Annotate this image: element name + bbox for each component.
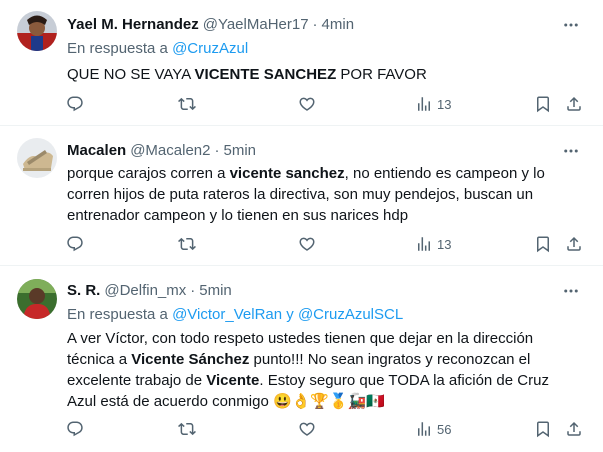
mention-link[interactable]: @Victor_VelRan bbox=[172, 306, 282, 323]
tweet-header: Yael M. Hernandez @YaelMaHer17 · 4min bbox=[67, 16, 354, 33]
mention-link[interactable]: @CruzAzul bbox=[172, 40, 248, 57]
avatar-image bbox=[17, 279, 57, 319]
more-icon[interactable] bbox=[561, 141, 581, 161]
avatar[interactable] bbox=[17, 11, 57, 51]
tweet-actions: 56 bbox=[58, 417, 594, 441]
like-button[interactable] bbox=[298, 92, 316, 116]
bookmark-icon bbox=[534, 235, 552, 253]
bookmark-icon bbox=[534, 420, 552, 438]
views-icon bbox=[415, 420, 433, 438]
bookmark-button[interactable] bbox=[534, 232, 552, 256]
display-name[interactable]: S. R. bbox=[67, 282, 100, 299]
more-icon[interactable] bbox=[561, 15, 581, 35]
separator-dot: · bbox=[214, 142, 220, 159]
views-button[interactable]: 13 bbox=[415, 92, 451, 116]
retweet-button[interactable] bbox=[178, 92, 196, 116]
tweet[interactable]: Macalen @Macalen2 · 5min porque carajos … bbox=[0, 126, 603, 266]
avatar[interactable] bbox=[17, 138, 57, 178]
like-button[interactable] bbox=[298, 232, 316, 256]
bookmark-icon bbox=[534, 95, 552, 113]
views-button[interactable]: 13 bbox=[415, 232, 451, 256]
separator-dot: · bbox=[190, 282, 196, 299]
timestamp[interactable]: 5min bbox=[199, 282, 232, 299]
views-icon bbox=[415, 235, 433, 253]
display-name[interactable]: Yael M. Hernandez bbox=[67, 16, 199, 33]
reply-icon bbox=[66, 235, 84, 253]
mention-link[interactable]: @CruzAzulSCL bbox=[298, 306, 403, 323]
tweet-header: S. R. @Delfin_mx · 5min bbox=[67, 282, 232, 299]
user-handle[interactable]: @YaelMaHer17 bbox=[203, 16, 309, 33]
timestamp[interactable]: 5min bbox=[223, 142, 256, 159]
avatar-image bbox=[17, 138, 57, 178]
retweet-button[interactable] bbox=[178, 417, 196, 441]
reply-button[interactable] bbox=[66, 92, 84, 116]
retweet-button[interactable] bbox=[178, 232, 196, 256]
user-handle[interactable]: @Macalen2 bbox=[130, 142, 210, 159]
share-icon bbox=[565, 420, 583, 438]
reply-button[interactable] bbox=[66, 417, 84, 441]
tweet[interactable]: S. R. @Delfin_mx · 5min En respuesta a @… bbox=[0, 266, 603, 452]
like-button[interactable] bbox=[298, 417, 316, 441]
views-button[interactable]: 56 bbox=[415, 417, 451, 441]
more-icon[interactable] bbox=[561, 281, 581, 301]
tweet-header: Macalen @Macalen2 · 5min bbox=[67, 142, 256, 159]
avatar[interactable] bbox=[17, 279, 57, 319]
reply-prefix: En respuesta a bbox=[67, 306, 168, 323]
like-icon bbox=[298, 235, 316, 253]
views-count: 13 bbox=[437, 236, 452, 252]
share-icon bbox=[565, 235, 583, 253]
share-button[interactable] bbox=[565, 92, 583, 116]
bookmark-button[interactable] bbox=[534, 417, 552, 441]
tweet-text: QUE NO SE VAYA VICENTE SANCHEZ POR FAVOR bbox=[67, 66, 427, 83]
tweet-actions: 13 bbox=[58, 232, 594, 256]
separator-dot: · bbox=[312, 16, 318, 33]
tweet-actions: 13 bbox=[58, 92, 594, 116]
tweet-text: porque carajos corren a vicente sanchez,… bbox=[67, 165, 545, 224]
timestamp[interactable]: 4min bbox=[322, 16, 355, 33]
reply-icon bbox=[66, 95, 84, 113]
retweet-icon bbox=[178, 95, 196, 113]
tweet-text: A ver Víctor, con todo respeto ustedes t… bbox=[67, 330, 549, 410]
share-button[interactable] bbox=[565, 232, 583, 256]
views-count: 13 bbox=[437, 96, 452, 112]
share-icon bbox=[565, 95, 583, 113]
like-icon bbox=[298, 420, 316, 438]
reply-icon bbox=[66, 420, 84, 438]
bookmark-button[interactable] bbox=[534, 92, 552, 116]
reply-context: En respuesta a @Victor_VelRan y @CruzAzu… bbox=[67, 306, 403, 323]
reply-button[interactable] bbox=[66, 232, 84, 256]
avatar-image bbox=[17, 11, 57, 51]
reply-context: En respuesta a @CruzAzul bbox=[67, 40, 248, 57]
retweet-icon bbox=[178, 420, 196, 438]
like-icon bbox=[298, 95, 316, 113]
reply-prefix: En respuesta a bbox=[67, 40, 168, 57]
tweet[interactable]: Yael M. Hernandez @YaelMaHer17 · 4min En… bbox=[0, 0, 603, 126]
retweet-icon bbox=[178, 235, 196, 253]
views-icon bbox=[415, 95, 433, 113]
views-count: 56 bbox=[437, 421, 452, 437]
display-name[interactable]: Macalen bbox=[67, 142, 126, 159]
user-handle[interactable]: @Delfin_mx bbox=[104, 282, 186, 299]
share-button[interactable] bbox=[565, 417, 583, 441]
mention-join: y bbox=[286, 306, 294, 323]
